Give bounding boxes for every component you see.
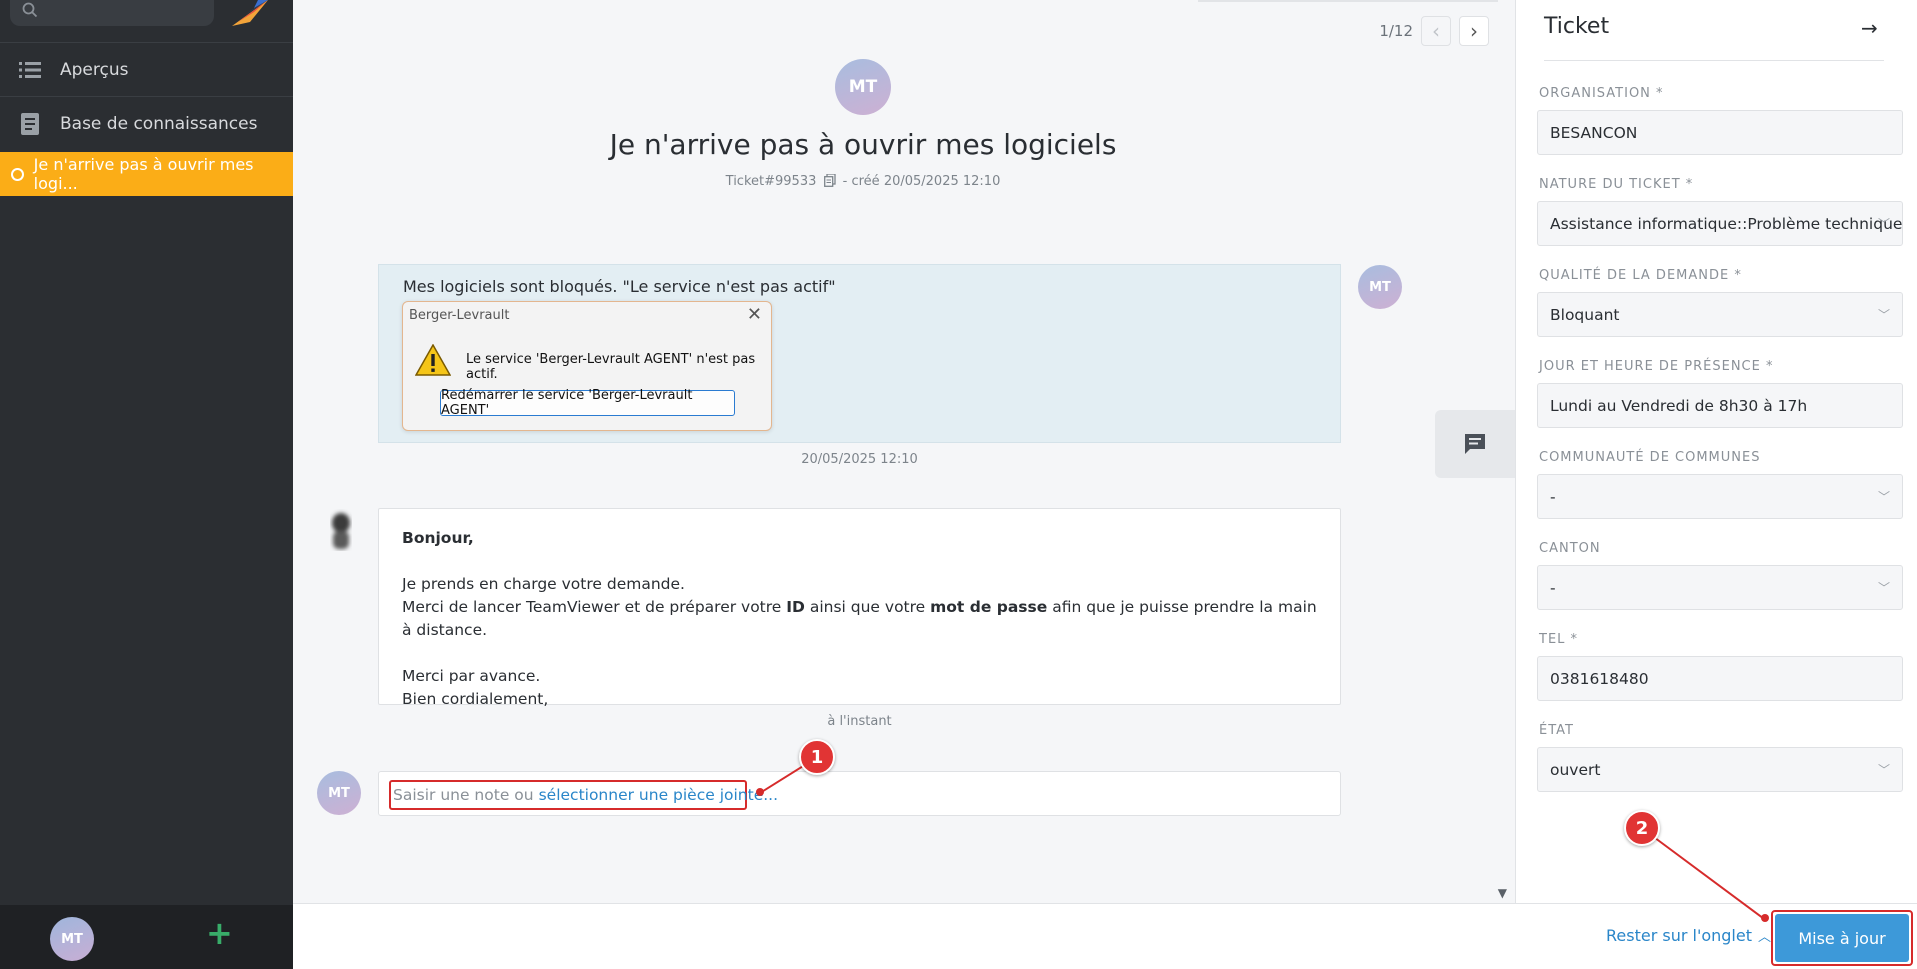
reply-placeholder-highlight[interactable]: Saisir une note ou sélectionner une pièc… [389,780,778,810]
field-qualite: QUALITÉ DE LA DEMANDE * Bloquant ﹀ [1537,268,1903,337]
article-timestamp: 20/05/2025 12:10 [801,452,918,467]
reply-input[interactable]: Saisir une note ou sélectionner une pièc… [378,771,1341,816]
stay-on-tab-button[interactable]: Rester sur l'onglet ︿ [1606,926,1771,945]
sidebar-item-knowledge-base[interactable]: Base de connaissances [0,96,293,150]
reply-avatar: MT [317,771,361,815]
tel-input[interactable]: 0381618480 [1537,656,1903,701]
field-label: JOUR ET HEURE DE PRÉSENCE * [1539,359,1774,374]
panel-title: Ticket [1544,14,1610,39]
restart-service-button: Redémarrer le service 'Berger-Levrault A… [440,388,735,418]
ticket-action-bar: Rester sur l'onglet ︿ Mise à jour [293,903,1917,969]
pager-count: 1/12 [1379,22,1413,40]
pager-prev-button[interactable]: ‹ [1421,16,1451,46]
sidebar-item-label: Aperçus [60,59,129,80]
annotation-dot-1 [756,788,764,796]
chevron-down-icon: ﹀ [1877,490,1890,504]
search-icon [22,2,38,18]
close-icon: ✕ [746,304,762,325]
book-icon [0,112,60,135]
article-line: Bien cordialement, [402,690,549,708]
sidebar-item-active-ticket[interactable]: Je n'arrive pas à ouvrir mes logi... [0,152,293,196]
scroll-down-icon[interactable]: ▼ [1498,886,1507,900]
article-line: Merci par avance. [402,667,541,685]
user-avatar[interactable]: MT [50,917,94,961]
article-customer[interactable]: Mes logiciels sont bloqués. "Le service … [378,264,1341,443]
ticket-zoom-main: 1/12 ‹ › MT Je n'arrive pas à ouvrir mes… [293,0,1515,903]
canton-select[interactable]: - ﹀ [1537,565,1903,610]
annotation-badge-1: 1 [799,739,835,775]
search-box[interactable] [10,0,214,26]
chevron-left-icon: ‹ [1432,19,1440,43]
sidebar-item-label: Base de connaissances [60,113,258,134]
stay-on-tab-label: Rester sur l'onglet [1606,926,1752,945]
top-tab-edge [1198,0,1498,2]
app-logo[interactable] [228,0,274,30]
ticket-created: - créé 20/05/2025 12:10 [842,174,1001,189]
page-title[interactable]: Je n'arrive pas à ouvrir mes logiciels [293,128,1433,161]
chevron-down-icon: ﹀ [1877,217,1890,231]
open-status-icon [11,167,24,181]
field-etat: ÉTAT ouvert ﹀ [1537,723,1903,792]
annotation-dot-2 [1761,914,1769,922]
etat-select[interactable]: ouvert ﹀ [1537,747,1903,792]
field-label: TEL * [1539,632,1579,647]
field-label: CANTON [1539,541,1601,556]
chevron-down-icon: ﹀ [1877,763,1890,777]
field-canton: CANTON - ﹀ [1537,541,1903,610]
article-line: Merci de lancer TeamViewer et de prépare… [402,598,1317,639]
organisation-input[interactable]: BESANCON [1537,110,1903,155]
chevron-down-icon: ﹀ [1877,581,1890,595]
field-label: NATURE DU TICKET * [1539,177,1694,192]
field-nature: NATURE DU TICKET * Assistance informatiq… [1537,177,1903,246]
field-tel: TEL * 0381618480 [1537,632,1903,701]
embedded-screenshot: Berger-Levrault ✕ Le service 'Berger-Lev… [402,301,772,431]
article-greeting: Bonjour, [402,529,474,547]
ticket-number: Ticket#99533 [725,174,817,189]
communaute-select[interactable]: - ﹀ [1537,474,1903,519]
customer-avatar[interactable]: MT [835,59,891,115]
field-label: ÉTAT [1539,723,1574,738]
chevron-right-icon: › [1470,19,1478,43]
reply-placeholder: Saisir une note ou [393,786,534,804]
field-communaute: COMMUNAUTÉ DE COMMUNES - ﹀ [1537,450,1903,519]
conversation-toggle-button[interactable] [1435,410,1515,478]
article-timestamp: à l'instant [827,714,892,729]
update-button[interactable]: Mise à jour [1775,914,1909,962]
annotation-badge-2: 2 [1624,810,1660,846]
chevron-up-icon: ︿ [1758,930,1772,945]
ticket-pager: 1/12 ‹ › [1379,16,1489,46]
field-organisation: ORGANISATION * BESANCON [1537,86,1903,155]
ticket-sidebar: Ticket → ORGANISATION * BESANCON NATURE … [1515,0,1917,903]
article-agent[interactable]: Bonjour, Je prends en charge votre deman… [378,508,1341,708]
pager-next-button[interactable]: › [1459,16,1489,46]
customer-avatar-small[interactable]: MT [1358,265,1402,309]
field-label: ORGANISATION * [1539,86,1664,101]
sidebar-footer: MT + [0,905,293,969]
attachment-link[interactable]: sélectionner une pièce jointe... [539,786,778,804]
dialog-message: Le service 'Berger-Levrault AGENT' n'est… [466,352,756,382]
divider [1544,60,1884,61]
chevron-down-icon: ﹀ [1877,308,1890,322]
dialog-title: Berger-Levrault [409,308,510,323]
nature-select[interactable]: Assistance informatique::Problème techni… [1537,201,1903,246]
left-sidebar: Aperçus Base de connaissances Je n'arriv… [0,0,293,969]
field-label: QUALITÉ DE LA DEMANDE * [1539,268,1742,283]
field-presence: JOUR ET HEURE DE PRÉSENCE * Lundi au Ven… [1537,359,1903,428]
article-body: Mes logiciels sont bloqués. "Le service … [403,277,836,296]
sidebar-item-overviews[interactable]: Aperçus [0,42,293,96]
qualite-select[interactable]: Bloquant ﹀ [1537,292,1903,337]
add-icon[interactable]: + [206,914,233,952]
comment-icon [1465,434,1485,454]
ticket-meta: Ticket#99533 - créé 20/05/2025 12:10 [293,173,1433,189]
presence-input[interactable]: Lundi au Vendredi de 8h30 à 17h [1537,383,1903,428]
warning-icon [414,343,452,380]
agent-avatar[interactable] [321,509,361,551]
sidebar-item-label: Je n'arrive pas à ouvrir mes logi... [33,155,254,193]
article-line: Je prends en charge votre demande. [402,575,685,593]
arrow-right-icon[interactable]: → [1861,16,1878,40]
field-label: COMMUNAUTÉ DE COMMUNES [1539,450,1761,465]
copy-icon[interactable] [821,173,843,189]
list-icon [0,61,60,79]
